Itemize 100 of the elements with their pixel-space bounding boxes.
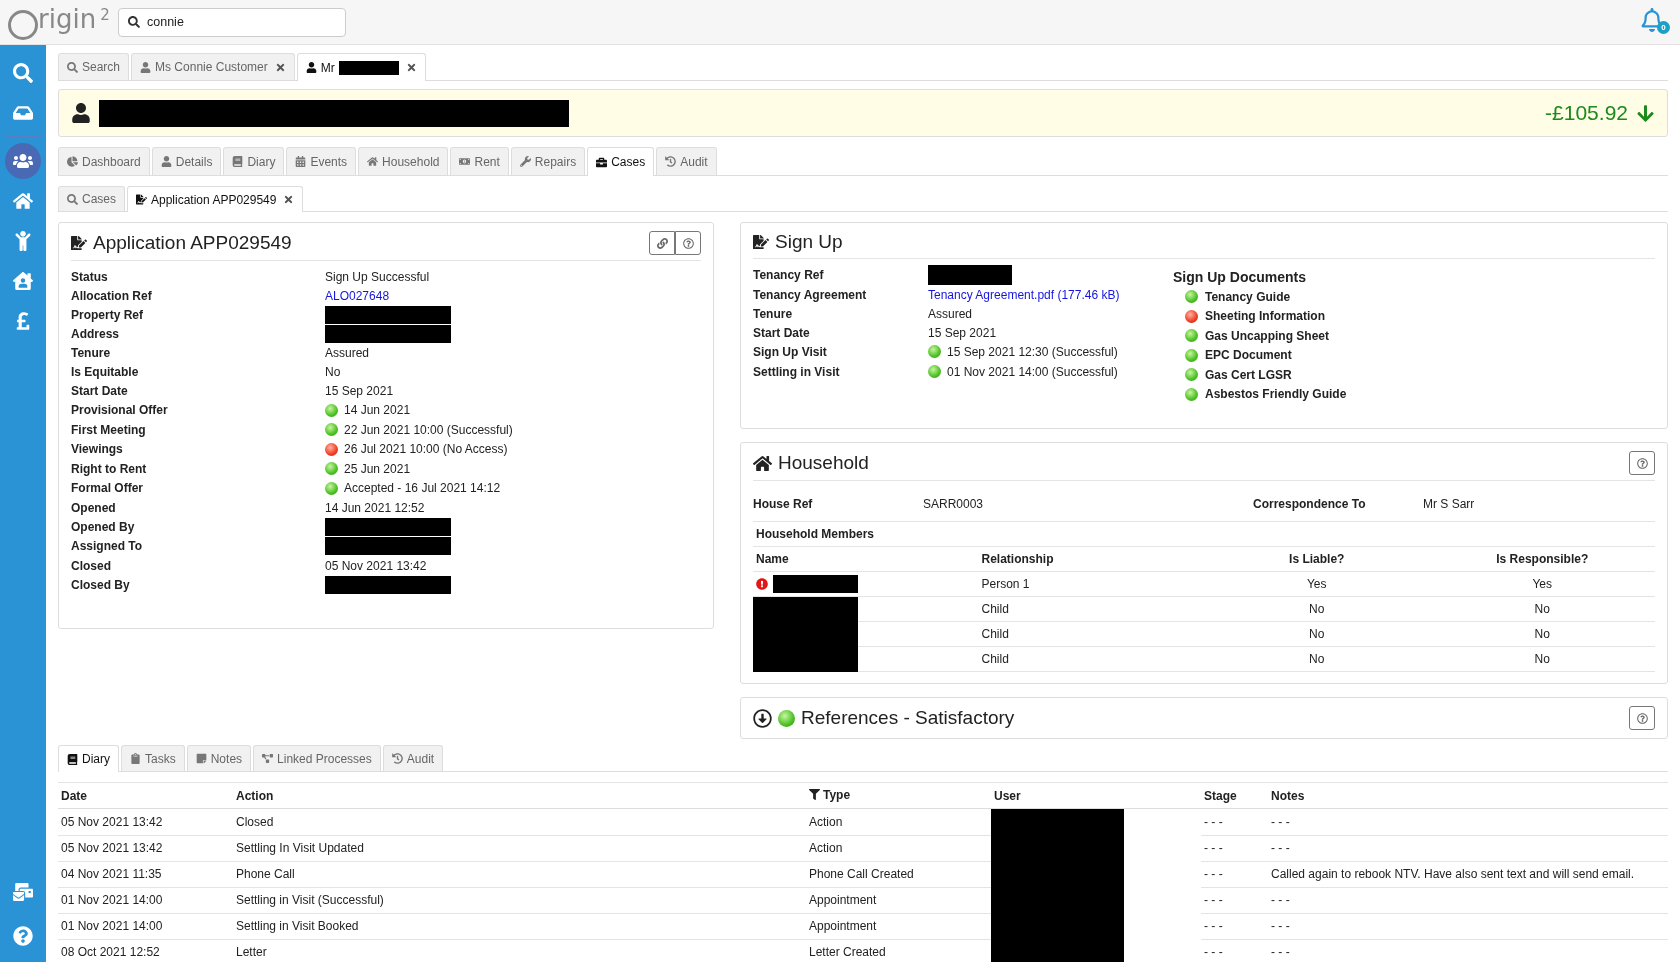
search-icon [128, 15, 140, 28]
column-header: Date [61, 788, 87, 803]
field-label: Viewings [71, 441, 124, 459]
field-label: Property Ref [71, 306, 145, 324]
tab[interactable]: Search [58, 53, 130, 80]
filter-icon[interactable] [809, 789, 820, 801]
field-value: 15 Sep 2021 [928, 325, 997, 340]
column-header: Notes [1271, 788, 1305, 803]
person-icon [13, 231, 33, 251]
tab[interactable]: Dashboard [58, 147, 150, 175]
close-icon[interactable] [274, 61, 286, 73]
field-label: Correspondence To [1253, 497, 1367, 511]
field-value: 22 Jun 2021 10:00 (Successful) [344, 422, 513, 437]
table-cell: No [1309, 602, 1325, 616]
expand-icon[interactable] [753, 708, 772, 728]
panel-title: Application APP029549 [93, 232, 292, 254]
book-icon [232, 156, 244, 167]
document-name: EPC Document [1205, 348, 1292, 363]
field-label: Tenancy Agreement [753, 286, 868, 304]
table-cell: Action [809, 841, 843, 855]
tab[interactable]: Events [286, 147, 357, 175]
tab[interactable]: Ms Connie Customer [131, 53, 295, 80]
help-button[interactable] [675, 231, 701, 255]
field-label: Closed By [71, 576, 131, 594]
help-icon [682, 237, 694, 249]
table-cell: Child [981, 627, 1009, 641]
link-button[interactable] [649, 231, 675, 255]
tab[interactable]: Rent [450, 147, 509, 175]
document-icon [71, 235, 87, 251]
field-label: Opened By [71, 519, 136, 536]
diagram-icon [262, 753, 274, 764]
search-icon [67, 61, 78, 73]
book-icon [67, 753, 78, 765]
house-icon [13, 191, 33, 211]
table-cell: No [1534, 652, 1550, 666]
person-icon [305, 62, 317, 73]
link-icon [656, 237, 668, 249]
table-cell: - - - [1271, 814, 1290, 829]
tab[interactable]: Repairs [510, 147, 586, 175]
help-button[interactable] [1629, 706, 1655, 730]
tab[interactable]: Application APP029549 [127, 186, 304, 212]
field-value: 15 Sep 2021 12:30 (Successful) [947, 344, 1118, 359]
tab[interactable]: Mr [296, 53, 426, 81]
balance-amount: -£105.92 [1545, 101, 1628, 125]
tab[interactable]: Tasks [121, 745, 185, 771]
field-value: Sign Up Successful [325, 269, 430, 284]
table-cell: Letter Created [809, 945, 886, 959]
logo-ring-icon [8, 10, 38, 40]
help-icon [1636, 457, 1648, 469]
field-label: Provisional Offer [71, 402, 169, 420]
field-label: Formal Offer [71, 480, 144, 498]
tab[interactable]: Diary [58, 745, 119, 772]
person-icon [71, 103, 91, 123]
tab[interactable]: Cases [587, 147, 655, 176]
tab[interactable]: Notes [186, 745, 252, 771]
document-icon [753, 234, 769, 250]
person-icon [160, 156, 172, 167]
tab[interactable]: Cases [58, 186, 125, 211]
sidebar-button[interactable] [5, 143, 41, 179]
table-cell: - - - [1204, 919, 1223, 933]
search-field[interactable]: connie [118, 7, 346, 37]
field-label: Tenure [71, 344, 112, 362]
tab[interactable]: Audit [656, 147, 717, 175]
field-label: Settling in Visit [753, 363, 841, 381]
table-cell: 05 Nov 2021 13:42 [61, 814, 163, 829]
close-icon[interactable] [405, 62, 417, 73]
column-header: Name [756, 552, 789, 566]
table-cell: - - - [1204, 867, 1223, 881]
field-label: First Meeting [71, 421, 147, 439]
tab[interactable]: Audit [382, 745, 444, 771]
search-icon [67, 193, 78, 205]
field-value: 01 Nov 2021 14:00 (Successful) [947, 364, 1118, 379]
table-cell: Settling In Visit Updated [236, 841, 364, 855]
table-cell: 01 Nov 2021 14:00 [61, 893, 163, 907]
link[interactable]: Tenancy Agreement.pdf (177.46 kB) [928, 287, 1120, 302]
table-cell: Appointment [809, 919, 877, 933]
close-icon[interactable] [283, 194, 295, 205]
panel-title: Sign Up [775, 231, 843, 253]
tab[interactable]: Household [358, 147, 449, 175]
wrench-icon [519, 156, 531, 167]
tab[interactable]: Linked Processes [253, 745, 381, 771]
tab[interactable]: Diary [223, 147, 285, 175]
help-button[interactable] [1629, 451, 1655, 475]
table-cell: Settling in Visit (Successful) [236, 893, 384, 907]
link[interactable]: ALO027648 [325, 288, 390, 303]
table-cell: - - - [1271, 919, 1290, 933]
table-cell: Person 1 [981, 577, 1030, 591]
note-icon [195, 753, 207, 764]
help-icon [1636, 712, 1648, 724]
field-label: Is Equitable [71, 363, 140, 381]
table-cell: No [1534, 602, 1550, 616]
field-label: Assigned To [71, 538, 144, 556]
tab[interactable]: Details [151, 147, 222, 175]
table-cell: - - - [1271, 893, 1290, 907]
field-value: Assured [325, 345, 370, 360]
table-cell: 08 Oct 2021 12:52 [61, 945, 160, 959]
table-cell: Child [981, 652, 1009, 666]
table-cell: Called again to rebook NTV. Have also sent text and will send email. [1271, 867, 1635, 881]
banknote-icon [459, 156, 471, 167]
field-label: Right to Rent [71, 460, 148, 478]
